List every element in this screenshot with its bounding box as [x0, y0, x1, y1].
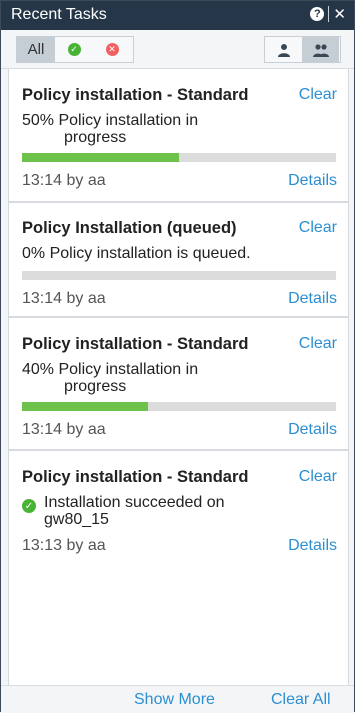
task-item: Policy Installation (queued) Clear 0% Po… [9, 203, 348, 318]
task-message: 50% Policy installation in progress [22, 112, 198, 146]
filter-success-button[interactable]: ✓ [55, 37, 93, 62]
task-message: Installation succeeded on gw80_15 [44, 494, 225, 528]
task-progress-fill [22, 402, 148, 411]
task-message: 0% Policy installation is queued. [22, 245, 251, 262]
task-message: 40% Policy installation in progress [22, 361, 198, 395]
task-message-line: 50% Policy installation in [22, 112, 199, 129]
title-separator [328, 6, 330, 22]
task-title: Policy Installation (queued) [22, 219, 237, 237]
all-users-tasks-button[interactable] [302, 37, 339, 62]
task-progress-fill [22, 153, 179, 162]
task-message-line: 40% Policy installation in [22, 361, 199, 378]
task-timestamp: 13:14 by aa [22, 172, 106, 189]
task-message-line: progress [64, 378, 127, 395]
title-bar: Recent Tasks ? ✕ [1, 1, 354, 30]
task-timestamp: 13:14 by aa [22, 290, 106, 307]
clear-task-link[interactable]: Clear [299, 335, 337, 353]
task-list: Policy installation - Standard Clear 50%… [8, 69, 349, 685]
user-icon [277, 43, 290, 57]
task-item: Policy installation - Standard Clear 40%… [9, 318, 348, 451]
users-icon [312, 43, 329, 57]
task-progress-bar [22, 271, 336, 280]
task-details-link[interactable]: Details [288, 421, 337, 439]
task-details-link[interactable]: Details [288, 290, 337, 308]
task-title: Policy installation - Standard [22, 468, 249, 486]
my-tasks-button[interactable] [265, 37, 302, 62]
task-title: Policy installation - Standard [22, 86, 249, 104]
filter-error-button[interactable]: ✕ [93, 37, 131, 62]
status-filter-group: All ✓ ✕ [16, 36, 134, 63]
task-message-line: Installation succeeded on [44, 494, 225, 511]
task-message-line: progress [64, 129, 127, 146]
recent-tasks-panel: Recent Tasks ? ✕ All ✓ ✕ Policy installa… [0, 0, 355, 713]
task-progress-bar [22, 402, 336, 411]
task-title: Policy installation - Standard [22, 335, 249, 353]
check-circle-icon: ✓ [67, 43, 81, 56]
task-item: Policy installation - Standard Clear 50%… [9, 69, 348, 203]
task-details-link[interactable]: Details [288, 537, 337, 555]
task-details-link[interactable]: Details [288, 172, 337, 190]
help-icon[interactable]: ? [310, 7, 325, 21]
show-more-link[interactable]: Show More [134, 691, 215, 709]
close-icon[interactable]: ✕ [333, 7, 346, 22]
task-progress-bar [22, 153, 336, 162]
clear-task-link[interactable]: Clear [299, 86, 337, 104]
task-timestamp: 13:14 by aa [22, 421, 106, 438]
task-toolbar: All ✓ ✕ [1, 30, 354, 69]
clear-task-link[interactable]: Clear [299, 219, 337, 237]
panel-footer: Show More Clear All [1, 685, 354, 713]
view-toggle-group [264, 36, 341, 63]
title-bar-actions: ? ✕ [310, 6, 346, 22]
panel-title: Recent Tasks [11, 6, 107, 23]
check-circle-icon: ✓ [22, 499, 36, 513]
task-message-line: gw80_15 [44, 511, 109, 528]
task-item: Policy installation - Standard Clear ✓ I… [9, 451, 348, 564]
clear-task-link[interactable]: Clear [299, 468, 337, 486]
task-message-line: 0% Policy installation is queued. [22, 245, 251, 262]
clear-all-link[interactable]: Clear All [271, 691, 331, 709]
task-timestamp: 13:13 by aa [22, 537, 106, 554]
x-circle-icon: ✕ [105, 43, 119, 56]
filter-all-button[interactable]: All [17, 37, 55, 62]
